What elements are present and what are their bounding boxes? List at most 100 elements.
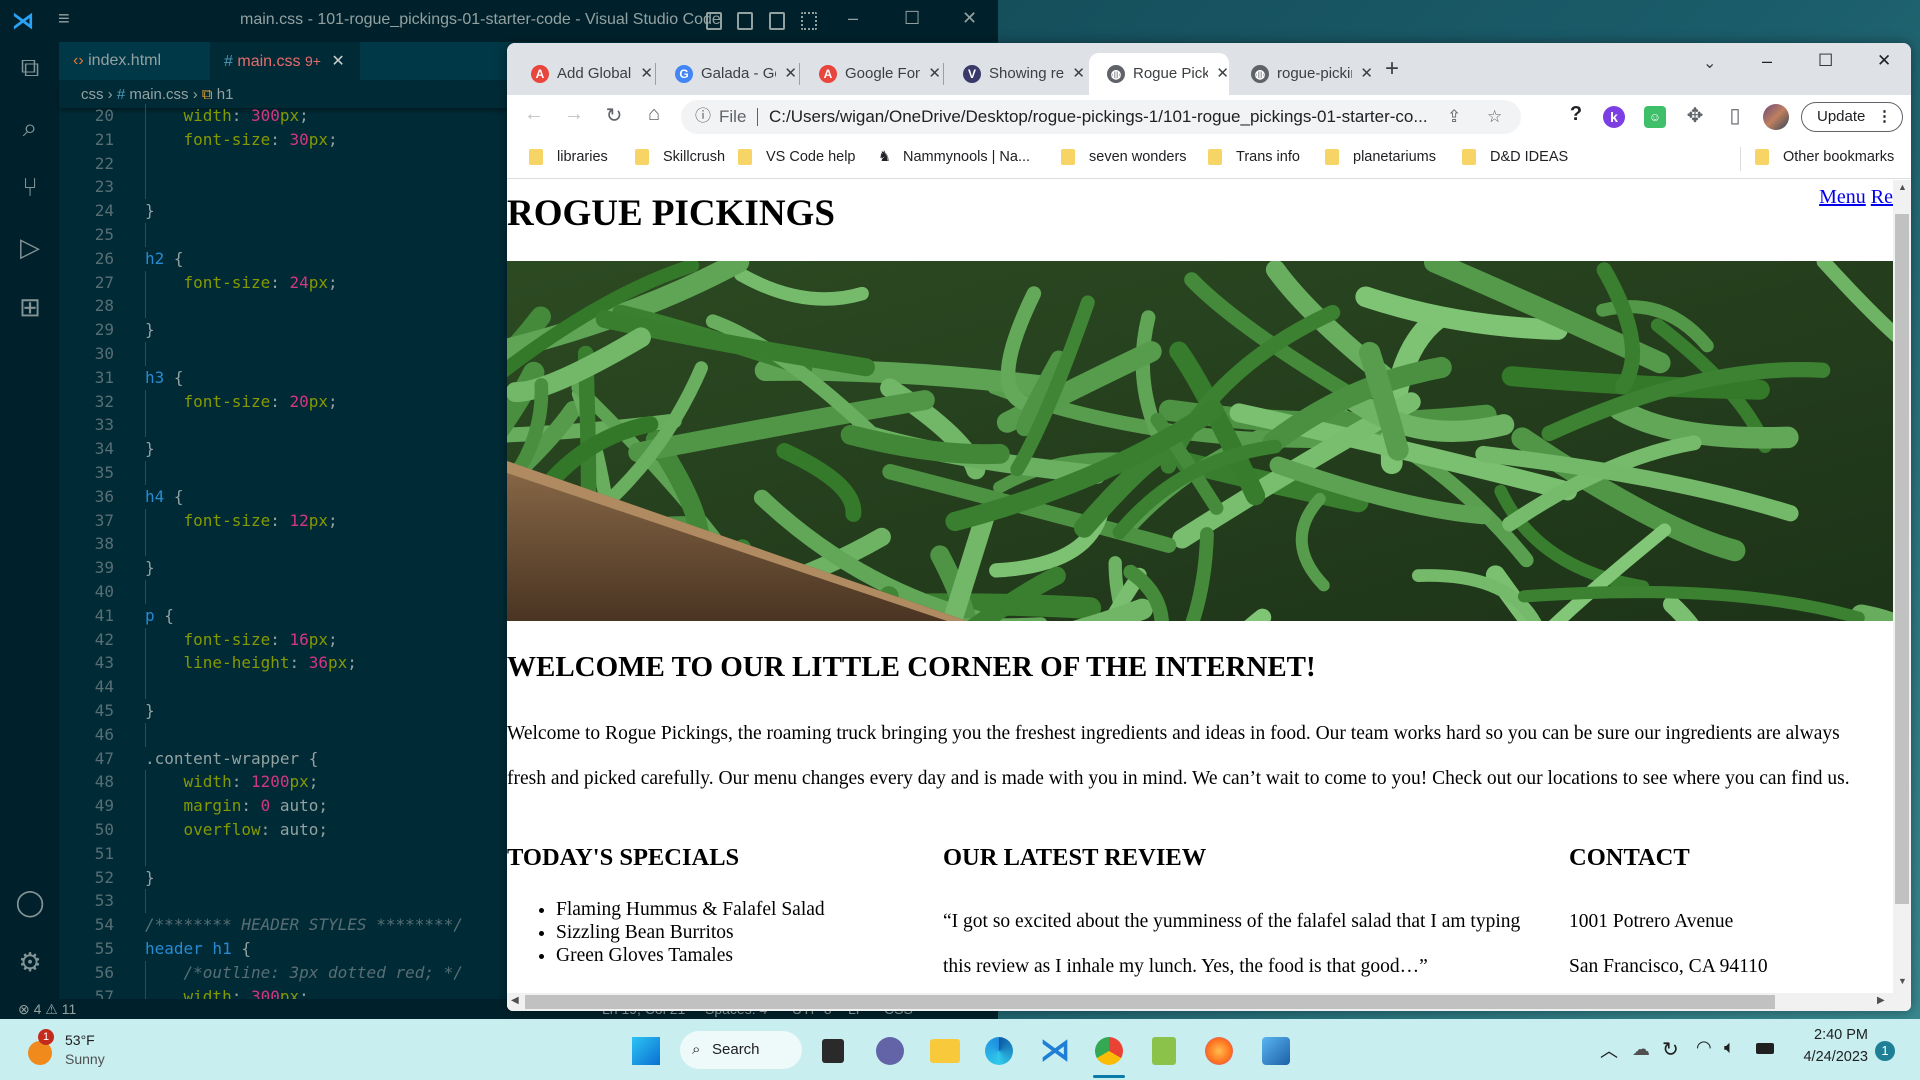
battery-icon[interactable] <box>1756 1043 1774 1054</box>
clock-date[interactable]: 4/24/2023 <box>1803 1049 1868 1065</box>
code-line[interactable]: 21 font-size: 30px; <box>59 127 499 152</box>
bookmark-item[interactable]: D&D IDEAS <box>1462 149 1568 165</box>
code-line[interactable]: 46 <box>59 722 499 747</box>
code-line[interactable]: 51 <box>59 841 499 866</box>
nav-link-re[interactable]: Re <box>1871 186 1893 208</box>
code-line[interactable]: 33 <box>59 413 499 438</box>
new-tab-button[interactable]: + <box>1385 55 1399 83</box>
chrome-taskbar-icon[interactable] <box>1095 1037 1123 1065</box>
code-line[interactable]: 48 width: 1200px; <box>59 770 499 795</box>
browser-tab[interactable]: ◍ Rogue Pickings ✕ <box>1089 53 1229 95</box>
firefox-icon[interactable] <box>1205 1037 1233 1065</box>
taskbar-search[interactable]: ⌕ Search <box>680 1031 802 1069</box>
code-line[interactable]: 43 line-height: 36px; <box>59 651 499 676</box>
close-tab-icon[interactable]: ✕ <box>784 56 797 92</box>
browser-tab[interactable]: A Google Fonts - ✕ <box>801 53 941 95</box>
problems-indicator[interactable]: ⊗ 4 ⚠ 11 <box>18 999 76 1019</box>
app-icon[interactable] <box>1262 1037 1290 1065</box>
code-line[interactable]: 41 p { <box>59 604 499 628</box>
teams-chat-icon[interactable] <box>876 1037 904 1065</box>
code-line[interactable]: 26 h2 { <box>59 247 499 271</box>
code-line[interactable]: 44 <box>59 675 499 700</box>
forward-icon[interactable]: → <box>561 103 587 126</box>
code-line[interactable]: 24} <box>59 199 499 223</box>
run-debug-icon[interactable]: ▷ <box>15 232 45 262</box>
close-tab-icon[interactable]: ✕ <box>1360 56 1373 92</box>
url-text[interactable]: C:/Users/wigan/OneDrive/Desktop/rogue-pi… <box>769 100 1428 134</box>
code-line[interactable]: 23 <box>59 175 499 200</box>
browser-tab[interactable]: A Add Global Sty ✕ <box>513 53 653 95</box>
back-icon[interactable]: ← <box>521 103 547 126</box>
code-line[interactable]: 37 font-size: 12px; <box>59 508 499 533</box>
bookmark-item[interactable]: ♞ Nammynools | Na... <box>878 149 1030 165</box>
address-bar[interactable]: ⓘ File C:/Users/wigan/OneDrive/Desktop/r… <box>681 100 1521 134</box>
search-icon[interactable]: ⌕ <box>15 112 45 142</box>
settings-gear-icon[interactable]: ⚙ <box>15 947 45 977</box>
bookmark-item[interactable]: Trans info <box>1208 149 1300 165</box>
code-line[interactable]: 47 .content-wrapper { <box>59 747 499 771</box>
home-icon[interactable]: ⌂ <box>641 103 667 126</box>
bookmark-item[interactable]: Skillcrush <box>635 149 725 165</box>
browser-tab[interactable]: G Galada - Goog ✕ <box>657 53 797 95</box>
sync-icon[interactable]: ↻ <box>1662 1037 1679 1062</box>
volume-icon[interactable]: 🔈︎ <box>1724 1037 1735 1058</box>
account-icon[interactable]: ◯ <box>15 887 45 917</box>
vertical-scrollbar[interactable]: ▲ ▼ <box>1893 180 1911 993</box>
tab-index-html[interactable]: ‹› index.html <box>59 42 209 80</box>
bookmark-item[interactable]: seven wonders <box>1061 149 1187 165</box>
code-line[interactable]: 39} <box>59 556 499 580</box>
code-line[interactable]: 29} <box>59 318 499 342</box>
code-line[interactable]: 53 <box>59 889 499 914</box>
code-line[interactable]: 50 overflow: auto; <box>59 818 499 842</box>
code-editor[interactable]: 20 width: 300px; 21 font-size: 30px; 22 23 2… <box>59 104 509 999</box>
close-tab-icon[interactable]: ✕ <box>640 56 653 92</box>
bookmark-star-icon[interactable]: ☆ <box>1487 100 1502 134</box>
code-line[interactable]: 56 /*outline: 3px dotted red; */ <box>59 960 499 985</box>
code-line[interactable]: 36 h4 { <box>59 485 499 509</box>
notification-badge[interactable]: 1 <box>1875 1041 1895 1061</box>
tab-search-chevron-icon[interactable]: ⌄ <box>1703 53 1716 73</box>
source-control-icon[interactable]: ⑂ <box>15 172 45 202</box>
clock-time[interactable]: 2:40 PM <box>1814 1027 1868 1043</box>
bookmark-item[interactable]: planetariums <box>1325 149 1436 165</box>
file-explorer-icon[interactable] <box>930 1039 960 1063</box>
code-line[interactable]: 52} <box>59 866 499 890</box>
maximize-button[interactable]: ☐ <box>1818 51 1833 71</box>
code-line[interactable]: 22 <box>59 151 499 176</box>
edge-icon[interactable] <box>985 1037 1013 1065</box>
code-line[interactable]: 25 <box>59 223 499 247</box>
code-line[interactable]: 35 <box>59 461 499 485</box>
code-line[interactable]: 42 font-size: 16px; <box>59 627 499 652</box>
bookmark-item[interactable]: libraries <box>529 149 608 165</box>
code-line[interactable]: 20 width: 300px; <box>59 104 499 128</box>
sheets-icon[interactable] <box>1152 1037 1176 1065</box>
breadcrumb-symbol[interactable]: h1 <box>217 86 234 103</box>
close-tab-icon[interactable]: ✕ <box>331 53 344 70</box>
site-info-icon[interactable]: ⓘ <box>695 100 711 134</box>
side-panel-icon[interactable]: ▯ <box>1722 103 1748 128</box>
close-button[interactable]: ✕ <box>962 8 977 29</box>
code-line[interactable]: 28 <box>59 294 499 319</box>
start-button-windows-icon[interactable] <box>632 1037 660 1065</box>
vscode-taskbar-icon[interactable]: ⋊ <box>1040 1033 1070 1068</box>
reload-icon[interactable]: ↻ <box>601 103 627 128</box>
extension-k-icon[interactable]: k <box>1603 106 1625 128</box>
customize-layout-icon[interactable] <box>801 12 817 30</box>
maximize-button[interactable]: ☐ <box>904 8 920 29</box>
profile-avatar[interactable] <box>1763 104 1789 130</box>
nav-link-menu[interactable]: Menu <box>1819 186 1866 208</box>
extensions-puzzle-icon[interactable]: ✥ <box>1682 103 1708 128</box>
explorer-icon[interactable]: ⧉ <box>15 52 45 82</box>
toggle-secondary-sidebar-icon[interactable] <box>769 12 785 30</box>
breadcrumb-folder[interactable]: css <box>81 86 104 103</box>
close-tab-icon[interactable]: ✕ <box>1072 56 1085 92</box>
close-tab-icon[interactable]: ✕ <box>1216 56 1229 92</box>
code-line[interactable]: 54 /******** HEADER STYLES ********/ <box>59 913 499 937</box>
horizontal-scrollbar[interactable]: ◀ ▶ <box>507 993 1911 1011</box>
code-line[interactable]: 34} <box>59 437 499 461</box>
extension-question-icon[interactable]: ? <box>1563 103 1589 126</box>
bookmark-item[interactable]: VS Code help <box>738 149 855 165</box>
close-tab-icon[interactable]: ✕ <box>928 56 941 92</box>
code-line[interactable]: 38 <box>59 532 499 557</box>
code-line[interactable]: 57 width: 300px; <box>59 984 499 999</box>
